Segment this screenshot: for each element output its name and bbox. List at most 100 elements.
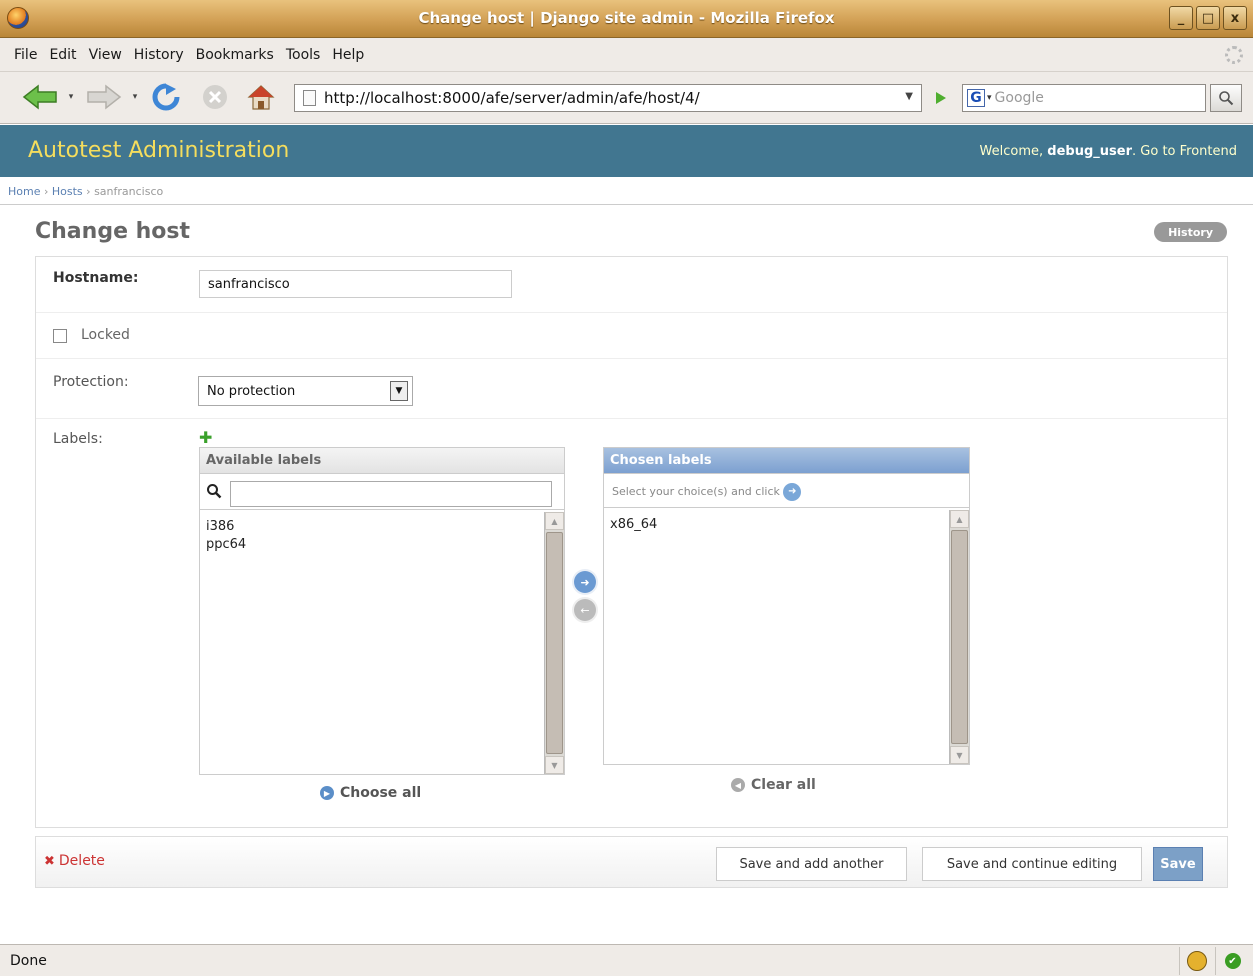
back-history-dropdown[interactable]: ▾ xyxy=(66,82,76,112)
protection-select[interactable]: No protection ▼ xyxy=(198,376,413,406)
window-title: Change host | Django site admin - Mozill… xyxy=(418,9,835,27)
protection-label: Protection: xyxy=(53,374,129,390)
forward-history-dropdown[interactable]: ▾ xyxy=(130,82,140,112)
menu-edit[interactable]: Edit xyxy=(43,47,82,63)
labels-row: Labels: ✚ Available labels i386 ppc64 ▲ … xyxy=(36,419,1227,827)
reload-icon xyxy=(152,83,180,111)
available-scrollbar[interactable]: ▲ ▼ xyxy=(544,512,564,774)
admin-header: Autotest Administration Welcome, debug_u… xyxy=(0,125,1253,177)
menu-history[interactable]: History xyxy=(128,47,190,63)
protection-selected-value: No protection xyxy=(207,384,296,399)
home-button[interactable] xyxy=(246,82,276,112)
delete-label: Delete xyxy=(58,853,105,869)
breadcrumb: Home › Hosts › sanfrancisco xyxy=(0,177,1253,205)
breadcrumb-current: sanfrancisco xyxy=(94,185,164,198)
host-form: Hostname: sanfrancisco Locked Protection… xyxy=(35,256,1228,828)
chosen-help-row: Select your choice(s) and click ➜ xyxy=(604,474,969,508)
clear-all-label: Clear all xyxy=(751,777,816,793)
filter-row xyxy=(200,474,564,510)
forward-arrow-icon xyxy=(87,84,122,110)
scroll-down-arrow[interactable]: ▼ xyxy=(545,756,564,774)
close-button[interactable]: x xyxy=(1223,6,1247,30)
page-icon xyxy=(303,90,316,106)
locked-checkbox[interactable] xyxy=(53,329,67,343)
save-and-continue-button[interactable]: Save and continue editing xyxy=(922,847,1142,881)
menu-help[interactable]: Help xyxy=(326,47,370,63)
list-item[interactable]: i386 xyxy=(206,518,538,536)
google-engine-icon[interactable]: G xyxy=(967,89,985,107)
home-icon xyxy=(247,85,275,110)
window-titlebar: Change host | Django site admin - Mozill… xyxy=(0,0,1253,38)
list-item[interactable]: ppc64 xyxy=(206,536,538,554)
user-tools: Welcome, debug_user. Go to Frontend xyxy=(980,144,1237,159)
labels-label: Labels: xyxy=(53,431,103,447)
chevron-down-icon[interactable]: ▾ xyxy=(987,93,992,103)
go-button[interactable] xyxy=(928,84,954,112)
save-button[interactable]: Save xyxy=(1153,847,1203,881)
available-labels-list[interactable]: i386 ppc64 xyxy=(200,512,544,774)
search-placeholder: Google xyxy=(994,90,1044,106)
breadcrumb-separator: › xyxy=(43,185,49,198)
status-bar: Done ✔ xyxy=(0,944,1253,976)
scroll-thumb[interactable] xyxy=(951,530,968,744)
addon-monkey-icon xyxy=(1186,951,1207,971)
locked-row: Locked xyxy=(36,313,1227,359)
chosen-scrollbar[interactable]: ▲ ▼ xyxy=(949,510,969,764)
breadcrumb-separator: › xyxy=(86,185,91,198)
welcome-text: Welcome, xyxy=(979,144,1044,159)
maximize-button[interactable]: □ xyxy=(1196,6,1220,30)
chosen-labels-list[interactable]: x86_64 xyxy=(604,510,949,764)
history-button[interactable]: History xyxy=(1154,222,1227,242)
available-labels-selector: Available labels i386 ppc64 ▲ ▼ xyxy=(199,447,565,775)
submit-row: ✖ Delete Save and add another Save and c… xyxy=(35,836,1228,888)
search-bar[interactable]: G ▾ Google xyxy=(962,84,1206,112)
clear-all-link[interactable]: ◀ Clear all xyxy=(731,777,816,793)
chevron-down-icon: ▼ xyxy=(390,381,408,401)
checkmark-icon: ✔ xyxy=(1224,953,1241,969)
arrow-right-icon: ▶ xyxy=(320,786,334,800)
chosen-labels-selector: Chosen labels Select your choice(s) and … xyxy=(603,447,970,765)
minimize-button[interactable]: _ xyxy=(1169,6,1193,30)
delete-link[interactable]: ✖ Delete xyxy=(44,853,105,869)
locked-label[interactable]: Locked xyxy=(81,327,130,343)
url-text: http://localhost:8000/afe/server/admin/a… xyxy=(324,89,700,107)
menu-view[interactable]: View xyxy=(83,47,128,63)
stop-button[interactable] xyxy=(200,82,230,112)
remove-selected-arrow-icon[interactable]: ← xyxy=(574,599,596,621)
scroll-up-arrow[interactable]: ▲ xyxy=(545,512,564,530)
chevron-down-icon[interactable]: ▼ xyxy=(905,91,913,102)
scroll-down-arrow[interactable]: ▼ xyxy=(950,746,969,764)
status-ok-cell[interactable]: ✔ xyxy=(1215,947,1249,975)
chevron-down-icon: ▾ xyxy=(132,92,138,102)
play-icon xyxy=(936,92,946,104)
search-button[interactable] xyxy=(1210,84,1242,112)
go-to-frontend-link[interactable]: . Go to Frontend xyxy=(1132,144,1237,159)
list-item[interactable]: x86_64 xyxy=(610,516,943,534)
breadcrumb-home[interactable]: Home xyxy=(8,185,40,198)
site-title: Autotest Administration xyxy=(28,138,290,163)
scroll-up-arrow[interactable]: ▲ xyxy=(950,510,969,528)
menu-bar: File Edit View History Bookmarks Tools H… xyxy=(0,38,1253,72)
choose-all-link[interactable]: ▶ Choose all xyxy=(320,785,421,801)
menu-tools[interactable]: Tools xyxy=(280,47,327,63)
address-bar[interactable]: http://localhost:8000/afe/server/admin/a… xyxy=(294,84,922,112)
label-filter-input[interactable] xyxy=(230,481,552,507)
throbber-icon xyxy=(1225,46,1243,64)
chosen-help-text: Select your choice(s) and click xyxy=(612,485,780,498)
stop-icon xyxy=(203,85,227,109)
hostname-input[interactable]: sanfrancisco xyxy=(199,270,512,298)
add-selected-arrow-icon[interactable]: ➜ xyxy=(574,571,596,593)
breadcrumb-hosts[interactable]: Hosts xyxy=(52,185,83,198)
save-and-add-another-button[interactable]: Save and add another xyxy=(716,847,907,881)
magnifier-icon xyxy=(1219,91,1234,106)
forward-button[interactable] xyxy=(86,82,122,112)
status-text: Done xyxy=(10,953,47,969)
add-label-icon[interactable]: ✚ xyxy=(199,430,212,446)
status-addon-cell[interactable] xyxy=(1179,947,1213,975)
scroll-thumb[interactable] xyxy=(546,532,563,754)
menu-file[interactable]: File xyxy=(8,47,43,63)
back-button[interactable] xyxy=(22,82,58,112)
reload-button[interactable] xyxy=(150,82,182,112)
menu-bookmarks[interactable]: Bookmarks xyxy=(190,47,280,63)
protection-row: Protection: No protection ▼ xyxy=(36,359,1227,419)
